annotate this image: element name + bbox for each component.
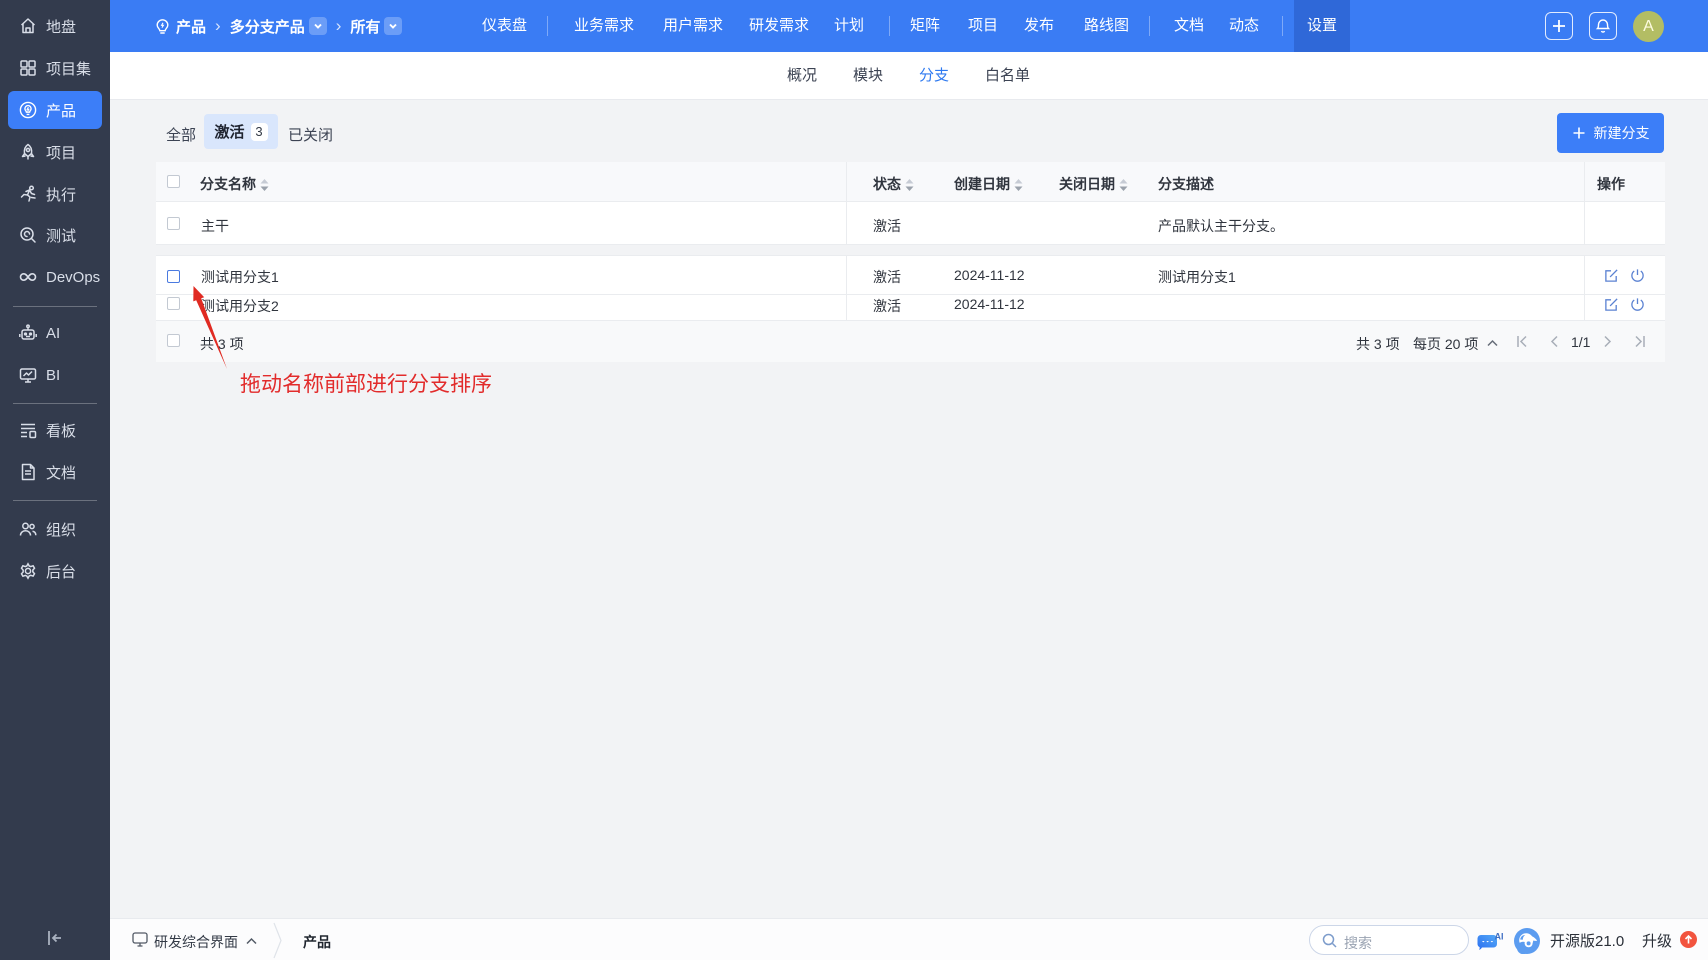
- svg-text:AI: AI: [1495, 932, 1504, 942]
